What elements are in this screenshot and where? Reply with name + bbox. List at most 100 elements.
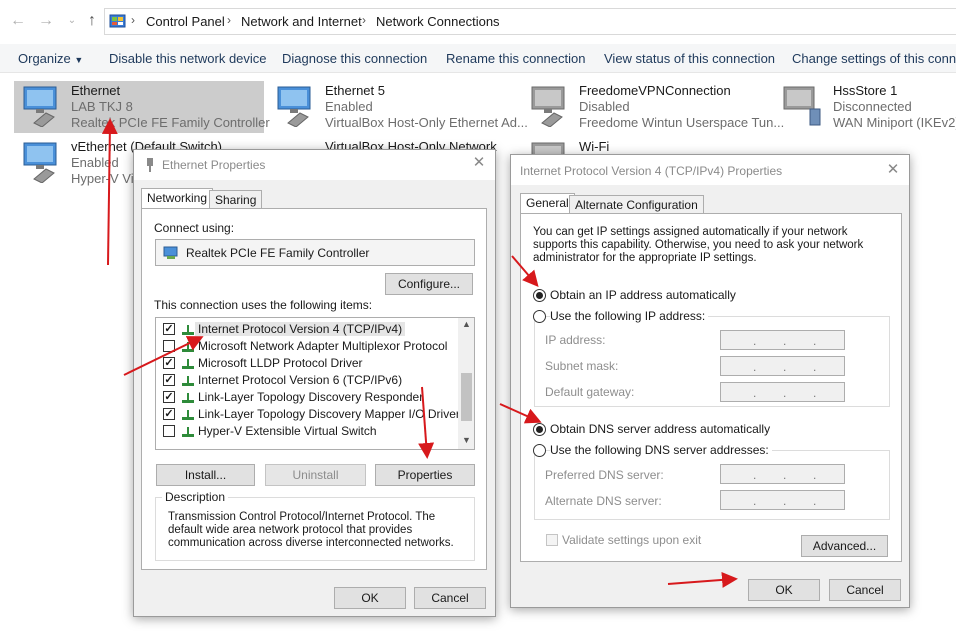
item-label: Link-Layer Topology Discovery Responder: [198, 390, 424, 404]
cancel-button[interactable]: Cancel: [414, 587, 486, 609]
radio-use-ip[interactable]: [533, 310, 546, 323]
scroll-up-icon[interactable]: ▲: [462, 319, 471, 329]
list-item-ipv6[interactable]: ✓ Internet Protocol Version 6 (TCP/IPv6): [156, 372, 456, 389]
organize-menu[interactable]: Organize ▼: [18, 51, 83, 66]
list-item-lltd-responder[interactable]: ✓ Link-Layer Topology Discovery Responde…: [156, 389, 456, 406]
close-icon[interactable]: ✕: [885, 162, 901, 178]
item-label: Link-Layer Topology Discovery Mapper I/O…: [198, 407, 460, 421]
control-panel-icon: [109, 14, 126, 28]
diagnose-button[interactable]: Diagnose this connection: [282, 51, 427, 66]
use-ip-label[interactable]: Use the following IP address:: [550, 309, 709, 323]
radio-use-dns[interactable]: [533, 444, 546, 457]
alternate-dns-label: Alternate DNS server:: [545, 494, 662, 508]
tab-general[interactable]: General: [520, 193, 575, 214]
install-button[interactable]: Install...: [156, 464, 255, 486]
validate-checkbox[interactable]: [546, 534, 558, 546]
checkbox-checked[interactable]: ✓: [163, 323, 175, 335]
preferred-dns-input[interactable]: ...: [720, 464, 845, 484]
connection-name: Wi-Fi: [579, 139, 610, 154]
dialog-titlebar: Internet Protocol Version 4 (TCP/IPv4) P…: [511, 155, 909, 185]
checkbox-checked[interactable]: ✓: [163, 408, 175, 420]
connection-freedome-vpn[interactable]: FreedomeVPNConnection Disabled Freedome …: [522, 81, 784, 133]
item-label: Microsoft Network Adapter Multiplexor Pr…: [198, 339, 448, 353]
protocol-icon: [182, 359, 194, 369]
properties-button[interactable]: Properties: [375, 464, 475, 486]
back-arrow-icon[interactable]: ←: [8, 10, 28, 32]
list-item-lltd-mapper[interactable]: ✓ Link-Layer Topology Discovery Mapper I…: [156, 406, 460, 423]
list-scrollbar[interactable]: ▲ ▼: [458, 318, 474, 449]
ip-address-input[interactable]: ...: [720, 330, 845, 350]
uninstall-button[interactable]: Uninstall: [265, 464, 366, 486]
checkbox-checked[interactable]: ✓: [163, 357, 175, 369]
connection-ethernet-5[interactable]: Ethernet 5 Enabled VirtualBox Host-Only …: [268, 81, 528, 133]
rename-button[interactable]: Rename this connection: [446, 51, 585, 66]
connection-status: Enabled: [325, 99, 373, 114]
tab-networking[interactable]: Networking: [141, 188, 214, 209]
obtain-ip-label[interactable]: Obtain an IP address automatically: [550, 288, 736, 302]
protocol-icon: [182, 410, 194, 420]
up-arrow-icon[interactable]: ↑: [82, 10, 102, 32]
networking-panel: Connect using: Realtek PCIe FE Family Co…: [141, 208, 487, 570]
connection-name: Ethernet 5: [325, 83, 385, 98]
tab-sharing[interactable]: Sharing: [209, 190, 263, 209]
cancel-button[interactable]: Cancel: [829, 579, 901, 601]
navigation-bar: ← → ⌄ ↑ › Control Panel › Network and In…: [0, 0, 956, 42]
advanced-button[interactable]: Advanced...: [801, 535, 888, 557]
connection-status: Disconnected: [833, 99, 912, 114]
tab-alternate-configuration[interactable]: Alternate Configuration: [569, 195, 704, 214]
checkbox-checked[interactable]: ✓: [163, 374, 175, 386]
connection-hssstore-1[interactable]: HssStore 1 Disconnected WAN Miniport (IK…: [776, 81, 956, 133]
list-item-hyperv-switch[interactable]: Hyper-V Extensible Virtual Switch: [156, 423, 456, 440]
scrollbar-thumb[interactable]: [461, 373, 472, 421]
list-item-lldp[interactable]: ✓ Microsoft LLDP Protocol Driver: [156, 355, 456, 372]
connection-name: Ethernet: [71, 83, 121, 98]
general-panel: You can get IP settings assigned automat…: [520, 213, 902, 562]
configure-button[interactable]: Configure...: [385, 273, 473, 295]
radio-obtain-dns-selected[interactable]: [533, 423, 546, 436]
protocol-icon: [182, 393, 194, 403]
network-adapter-icon: [277, 86, 311, 127]
ok-button[interactable]: OK: [334, 587, 406, 609]
connect-using-label: Connect using:: [154, 221, 235, 235]
protocol-icon: [182, 325, 194, 335]
network-adapter-icon: [23, 142, 57, 183]
change-settings-button[interactable]: Change settings of this connect: [792, 51, 956, 66]
subnet-mask-input[interactable]: ...: [720, 356, 845, 376]
connection-device: Hyper-V Vir: [71, 171, 138, 186]
breadcrumb-control-panel[interactable]: Control Panel: [146, 14, 225, 29]
breadcrumb-network-and-internet[interactable]: Network and Internet: [241, 14, 362, 29]
item-label: Internet Protocol Version 6 (TCP/IPv6): [198, 373, 403, 387]
connection-name: FreedomeVPNConnection: [579, 83, 731, 98]
ok-button[interactable]: OK: [748, 579, 820, 601]
recent-locations-chevron-icon[interactable]: ⌄: [62, 10, 82, 32]
breadcrumb-separator: ›: [131, 13, 135, 27]
dialog-titlebar: Ethernet Properties ✕: [134, 150, 495, 180]
dialog-title: Internet Protocol Version 4 (TCP/IPv4) P…: [520, 164, 783, 178]
description-text: Transmission Control Protocol/Internet P…: [168, 511, 454, 549]
validate-label: Validate settings upon exit: [562, 533, 702, 547]
checkbox-unchecked[interactable]: [163, 425, 175, 437]
address-bar[interactable]: › Control Panel › Network and Internet ›…: [104, 8, 956, 35]
checkbox-checked[interactable]: ✓: [163, 391, 175, 403]
connection-ethernet[interactable]: Ethernet LAB TKJ 8 Realtek PCIe FE Famil…: [14, 81, 270, 133]
disable-device-button[interactable]: Disable this network device: [109, 51, 267, 66]
checkbox-unchecked[interactable]: [163, 340, 175, 352]
list-item-ipv4[interactable]: ✓ Internet Protocol Version 4 (TCP/IPv4): [156, 321, 456, 338]
connection-device: Realtek PCIe FE Family Controller: [71, 115, 270, 130]
view-status-button[interactable]: View status of this connection: [604, 51, 775, 66]
connection-status: Enabled: [71, 155, 119, 170]
alternate-dns-input[interactable]: ...: [720, 490, 845, 510]
radio-obtain-ip-selected[interactable]: [533, 289, 546, 302]
use-dns-label[interactable]: Use the following DNS server addresses:: [550, 443, 772, 457]
command-bar: Organize ▼ Disable this network device D…: [0, 44, 956, 73]
forward-arrow-icon[interactable]: →: [36, 10, 56, 32]
intro-text: You can get IP settings assigned automat…: [533, 226, 864, 264]
adapter-icon: [163, 246, 178, 259]
list-item-multiplexor[interactable]: Microsoft Network Adapter Multiplexor Pr…: [156, 338, 456, 355]
scroll-down-icon[interactable]: ▼: [462, 435, 471, 445]
breadcrumb-network-connections[interactable]: Network Connections: [376, 14, 500, 29]
close-icon[interactable]: ✕: [471, 155, 487, 171]
obtain-dns-label[interactable]: Obtain DNS server address automatically: [550, 422, 770, 436]
default-gateway-input[interactable]: ...: [720, 382, 845, 402]
connection-device: Freedome Wintun Userspace Tun...: [579, 115, 785, 130]
